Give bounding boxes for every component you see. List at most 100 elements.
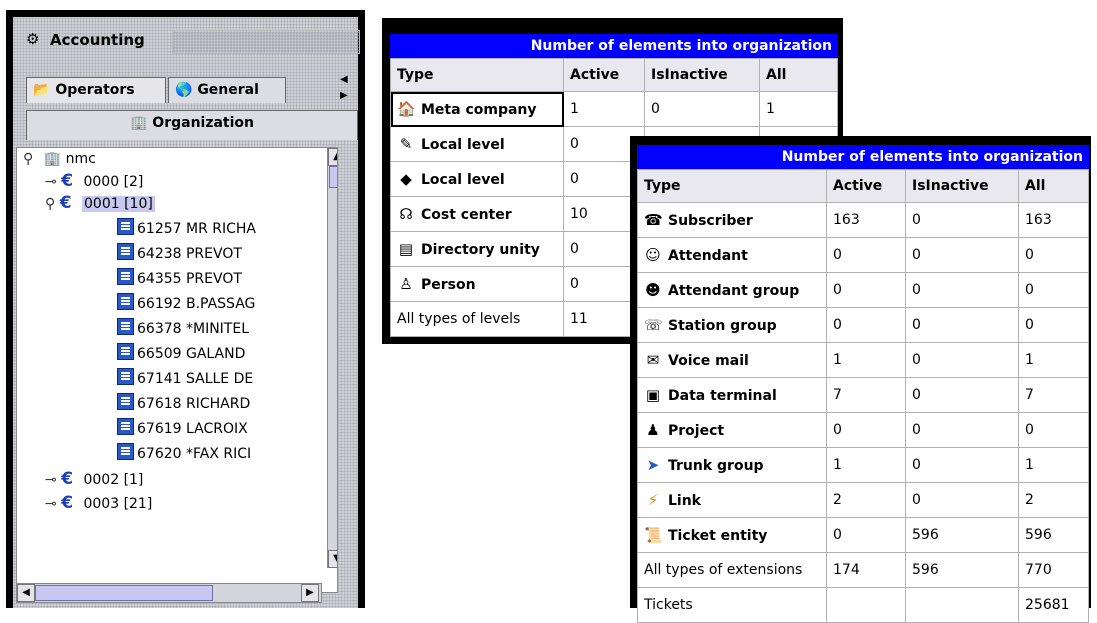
extension-icon — [117, 268, 134, 285]
active-cell: 0 — [826, 517, 906, 553]
tree-leaf-label: 67618 RICHARD — [137, 396, 251, 412]
table-row[interactable]: ☻ Attendant group 0 0 0 — [637, 272, 1089, 308]
accounting-title-bar[interactable]: ⚙ Accounting — [22, 28, 366, 54]
scroll-thumb[interactable] — [35, 585, 213, 601]
table-row[interactable]: ♟ Project 0 0 0 — [637, 412, 1089, 448]
link-icon: ⚡ — [647, 491, 659, 509]
tree-leaf[interactable]: 67141 SALLE DE — [117, 368, 253, 390]
tree-vertical-scrollbar[interactable]: ▲ ▼ — [327, 148, 337, 568]
column-header-inactive[interactable]: IsInactive — [644, 58, 760, 92]
table-total-row[interactable]: All types of extensions 174 596 770 — [637, 552, 1089, 588]
column-header-all[interactable]: All — [1018, 169, 1089, 203]
inactive-cell: 0 — [905, 272, 1019, 308]
tree-leaf[interactable]: 66378 *MINITEL — [117, 318, 249, 340]
tree-leaf-label: 66192 B.PASSAG — [137, 296, 256, 312]
tree-leaf[interactable]: 64238 PREVOT — [117, 243, 242, 265]
all-cell: 7 — [1018, 377, 1089, 413]
column-header-active[interactable]: Active — [563, 58, 645, 92]
tree-node-0003[interactable]: ⊸ € 0003 [21] — [45, 492, 152, 514]
euro-icon: € — [61, 493, 74, 513]
levels-table-title: Number of elements into organization — [390, 34, 838, 58]
tree-leaf[interactable]: 67620 *FAX RICI — [117, 443, 251, 465]
table-row[interactable]: 📜 Ticket entity 0 596 596 — [637, 517, 1089, 553]
column-header-inactive[interactable]: IsInactive — [905, 169, 1019, 203]
extension-icon — [117, 343, 134, 360]
type-label: Voice mail — [668, 353, 749, 369]
local-level-icon: ✎ — [399, 135, 413, 153]
tree-leaf[interactable]: 66509 GALAND — [117, 343, 245, 365]
extensions-table-title: Number of elements into organization — [637, 145, 1089, 169]
ticket-entity-icon: 📜 — [644, 526, 663, 544]
tree-node-0002[interactable]: ⊸ € 0002 [1] — [45, 468, 143, 490]
tree-leaf-label: 67141 SALLE DE — [137, 371, 254, 387]
euro-icon: € — [59, 193, 72, 213]
all-cell: 25681 — [1018, 587, 1089, 623]
table-row[interactable]: ☺ Attendant 0 0 0 — [637, 237, 1089, 273]
tab-operators[interactable]: 📂 Operators — [26, 77, 166, 103]
column-header-all[interactable]: All — [759, 58, 838, 92]
voice-mail-icon: ✉ — [646, 351, 660, 369]
tab-organization[interactable]: 🏢 Organization — [26, 110, 358, 140]
expanded-knob-icon: ⚲ — [45, 196, 56, 212]
local-level-alt-icon: ◆ — [400, 170, 412, 188]
extensions-table: Type Active IsInactive All ☎ Subscriber 1… — [637, 169, 1089, 623]
all-cell: 0 — [1018, 237, 1089, 273]
active-cell: 0 — [826, 412, 906, 448]
column-header-active[interactable]: Active — [826, 169, 906, 203]
tab-general[interactable]: 🌎 General — [168, 77, 286, 103]
table-row[interactable]: 🏠 Meta company 1 0 1 — [390, 91, 838, 127]
table-row[interactable]: ✉ Voice mail 1 0 1 — [637, 342, 1089, 378]
table-row[interactable]: ➤ Trunk group 1 0 1 — [637, 447, 1089, 483]
type-label: Data terminal — [668, 388, 777, 404]
project-icon: ♟ — [646, 421, 660, 439]
scroll-left-button[interactable]: ◀ — [17, 584, 35, 602]
scroll-thumb[interactable] — [329, 166, 337, 188]
directory-unity-icon: ▤ — [398, 240, 414, 258]
attendant-icon: ☺ — [645, 246, 661, 264]
accounting-icon: ⚙ — [26, 30, 40, 48]
tree-root[interactable]: ⚲ 🏢 nmc — [23, 148, 96, 170]
total-label: All types of levels — [390, 301, 564, 337]
type-label: Person — [421, 277, 476, 293]
euro-icon: € — [61, 171, 74, 191]
table-row[interactable]: ☏ Station group 0 0 0 — [637, 307, 1089, 343]
subscriber-icon: ☎ — [644, 211, 663, 229]
tree-node-0000[interactable]: ⊸ € 0000 [2] — [45, 170, 143, 192]
tree-leaf[interactable]: 61257 MR RICHA — [117, 218, 256, 240]
tree-node-0001[interactable]: ⚲ € 0001 [10] — [45, 192, 155, 214]
cost-center-icon: ☊ — [399, 205, 413, 223]
extension-icon — [117, 368, 134, 385]
table-row[interactable]: ▣ Data terminal 7 0 7 — [637, 377, 1089, 413]
tree-leaf-label: 67620 *FAX RICI — [137, 446, 252, 462]
tree-leaf[interactable]: 67618 RICHARD — [117, 393, 250, 415]
tab-organization-label: Organization — [152, 115, 255, 131]
organization-tree[interactable]: ⚲ 🏢 nmc ⊸ € 0000 [2] ⚲ € 0001 [10] 61257… — [16, 147, 338, 593]
collapsed-knob-icon: ⊸ — [45, 174, 57, 190]
tickets-label: Tickets — [637, 587, 827, 623]
tree-horizontal-scrollbar[interactable]: ◀ ▶ — [16, 583, 322, 603]
inactive-cell: 0 — [905, 447, 1019, 483]
column-header-type[interactable]: Type — [637, 169, 827, 203]
type-label: Attendant — [668, 248, 748, 264]
tree-leaf-label: 64238 PREVOT — [137, 246, 242, 262]
scroll-down-button[interactable]: ▼ — [328, 550, 337, 568]
tree-leaf[interactable]: 66192 B.PASSAG — [117, 293, 255, 315]
tree-leaf[interactable]: 64355 PREVOT — [117, 268, 242, 290]
tree-leaf-label: 61257 MR RICHA — [137, 221, 256, 237]
table-tickets-row[interactable]: Tickets 25681 — [637, 587, 1089, 623]
tree-leaf[interactable]: 67619 LACROIX — [117, 418, 248, 440]
extension-icon — [117, 293, 134, 310]
active-cell: 0 — [826, 307, 906, 343]
person-icon: ♙ — [399, 275, 413, 293]
table-row[interactable]: ⚡ Link 2 0 2 — [637, 482, 1089, 518]
active-cell: 2 — [826, 482, 906, 518]
scroll-right-button[interactable]: ▶ — [301, 584, 319, 602]
all-cell: 2 — [1018, 482, 1089, 518]
collapsed-knob-icon: ⊸ — [45, 496, 57, 512]
meta-company-icon: 🏠 — [397, 100, 416, 118]
panel-collapse-arrows[interactable]: ◀ ▶ — [340, 72, 350, 106]
column-header-type[interactable]: Type — [390, 58, 564, 92]
table-row[interactable]: ☎ Subscriber 163 0 163 — [637, 202, 1089, 238]
scroll-up-button[interactable]: ▲ — [328, 148, 337, 166]
title-fill — [172, 30, 360, 54]
